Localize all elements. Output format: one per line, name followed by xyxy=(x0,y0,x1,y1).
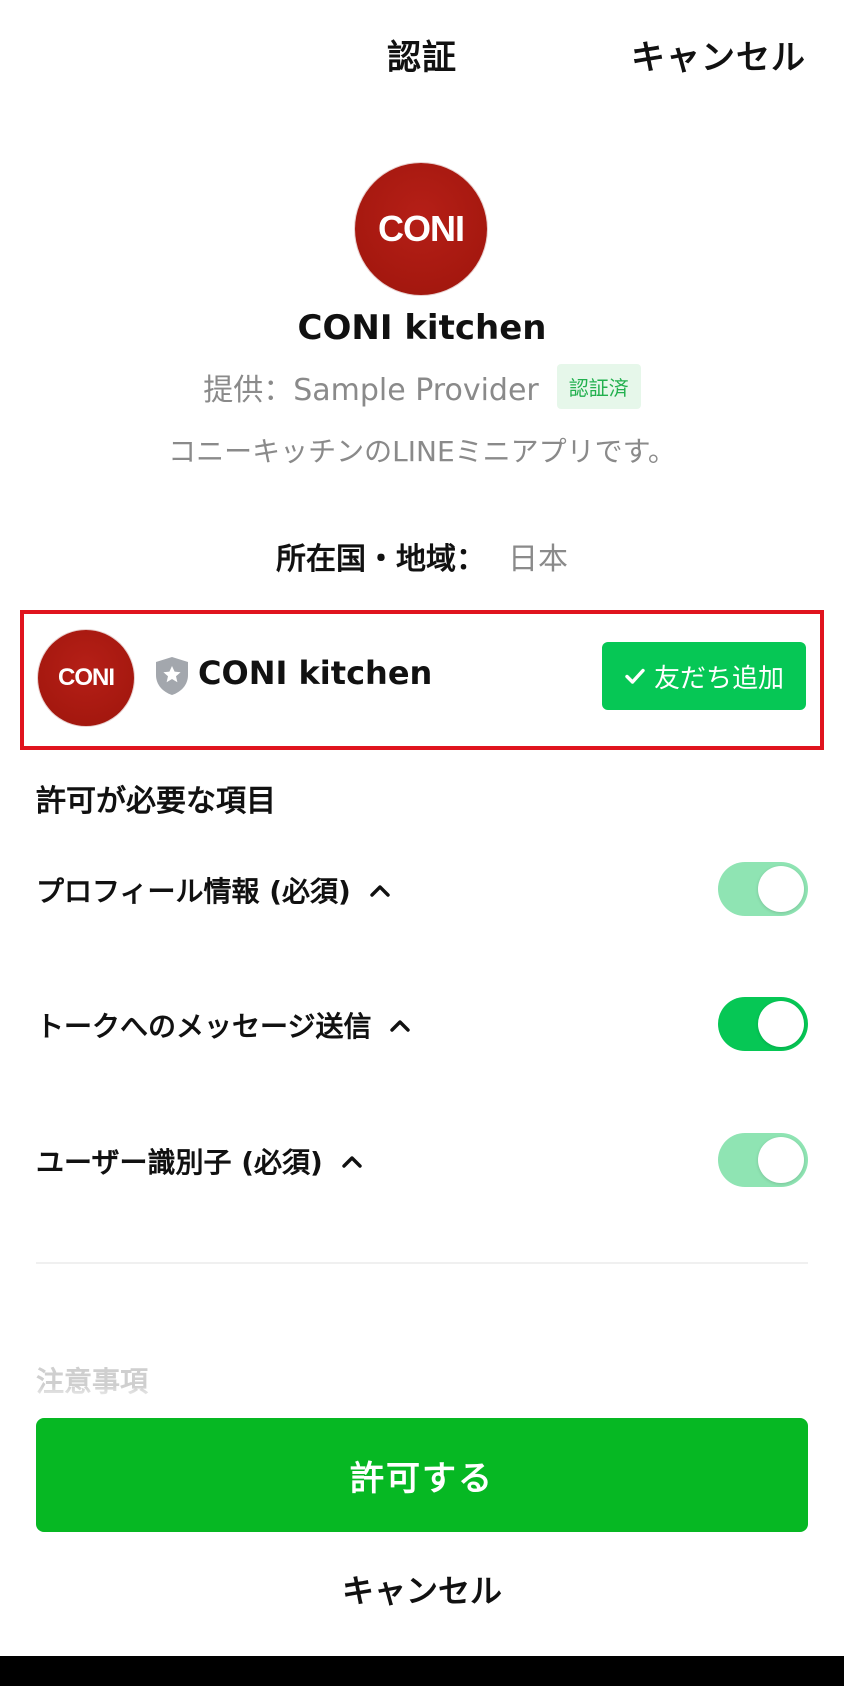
toggle-knob xyxy=(758,866,804,912)
permission-row-profile: プロフィール情報 (必須) xyxy=(36,860,808,920)
official-account-logo-text: CONI xyxy=(58,664,115,691)
header: 認証 キャンセル xyxy=(0,0,844,110)
region-value: 日本 xyxy=(508,542,568,577)
divider xyxy=(36,1262,808,1264)
permission-row-messaging: トークへのメッセージ送信 xyxy=(36,995,808,1055)
permission-label: ユーザー識別子 (必須) xyxy=(36,1146,323,1179)
app-logo: CONI xyxy=(355,163,487,295)
toggle-knob xyxy=(758,1001,804,1047)
region-label: 所在国・地域： xyxy=(276,542,486,577)
permission-toggle-details[interactable]: ユーザー識別子 (必須) xyxy=(36,1141,363,1181)
official-account-name: CONI kitchen xyxy=(198,654,433,692)
header-cancel-button[interactable]: キャンセル xyxy=(631,30,806,79)
official-account-box: CONI CONI kitchen 友だち追加 xyxy=(20,610,824,750)
allow-button[interactable]: 許可する xyxy=(36,1418,808,1532)
official-account-logo: CONI xyxy=(38,630,134,726)
permission-toggle-messaging[interactable] xyxy=(718,997,808,1051)
cancel-button[interactable]: キャンセル xyxy=(0,1566,844,1612)
verified-badge: 認証済 xyxy=(556,364,641,409)
region-row: 所在国・地域： 日本 xyxy=(0,534,844,578)
add-friend-label: 友だち追加 xyxy=(653,663,784,694)
permission-row-user-id: ユーザー識別子 (必須) xyxy=(36,1131,808,1191)
shield-star-icon xyxy=(156,657,188,695)
provider-row: 提供：Sample Provider 認証済 xyxy=(0,364,844,409)
auth-screen: 認証 キャンセル CONI CONI kitchen 提供：Sample Pro… xyxy=(0,0,844,1686)
chevron-up-icon xyxy=(342,1156,362,1168)
permission-toggle-details[interactable]: トークへのメッセージ送信 xyxy=(36,1005,411,1045)
add-friend-button[interactable]: 友だち追加 xyxy=(602,642,806,710)
check-icon xyxy=(625,668,645,684)
permissions-heading: 許可が必要な項目 xyxy=(36,784,276,819)
permission-label: トークへのメッセージ送信 xyxy=(36,1010,372,1043)
permission-toggle-user-id[interactable] xyxy=(718,1133,808,1187)
permission-label: プロフィール情報 (必須) xyxy=(36,875,351,908)
chevron-up-icon xyxy=(390,1020,411,1032)
app-name: CONI kitchen xyxy=(297,308,547,348)
permission-toggle-details[interactable]: プロフィール情報 (必須) xyxy=(36,870,391,910)
app-description: コニーキッチンのLINEミニアプリです。 xyxy=(168,435,676,468)
bottom-action-area: 許可する キャンセル xyxy=(0,1386,844,1656)
permission-toggle-profile[interactable] xyxy=(718,862,808,916)
chevron-up-icon xyxy=(370,885,390,897)
toggle-knob xyxy=(758,1137,804,1183)
app-logo-text: CONI xyxy=(378,208,465,249)
provider-text: 提供：Sample Provider xyxy=(203,372,539,408)
bottom-bar xyxy=(0,1656,844,1686)
